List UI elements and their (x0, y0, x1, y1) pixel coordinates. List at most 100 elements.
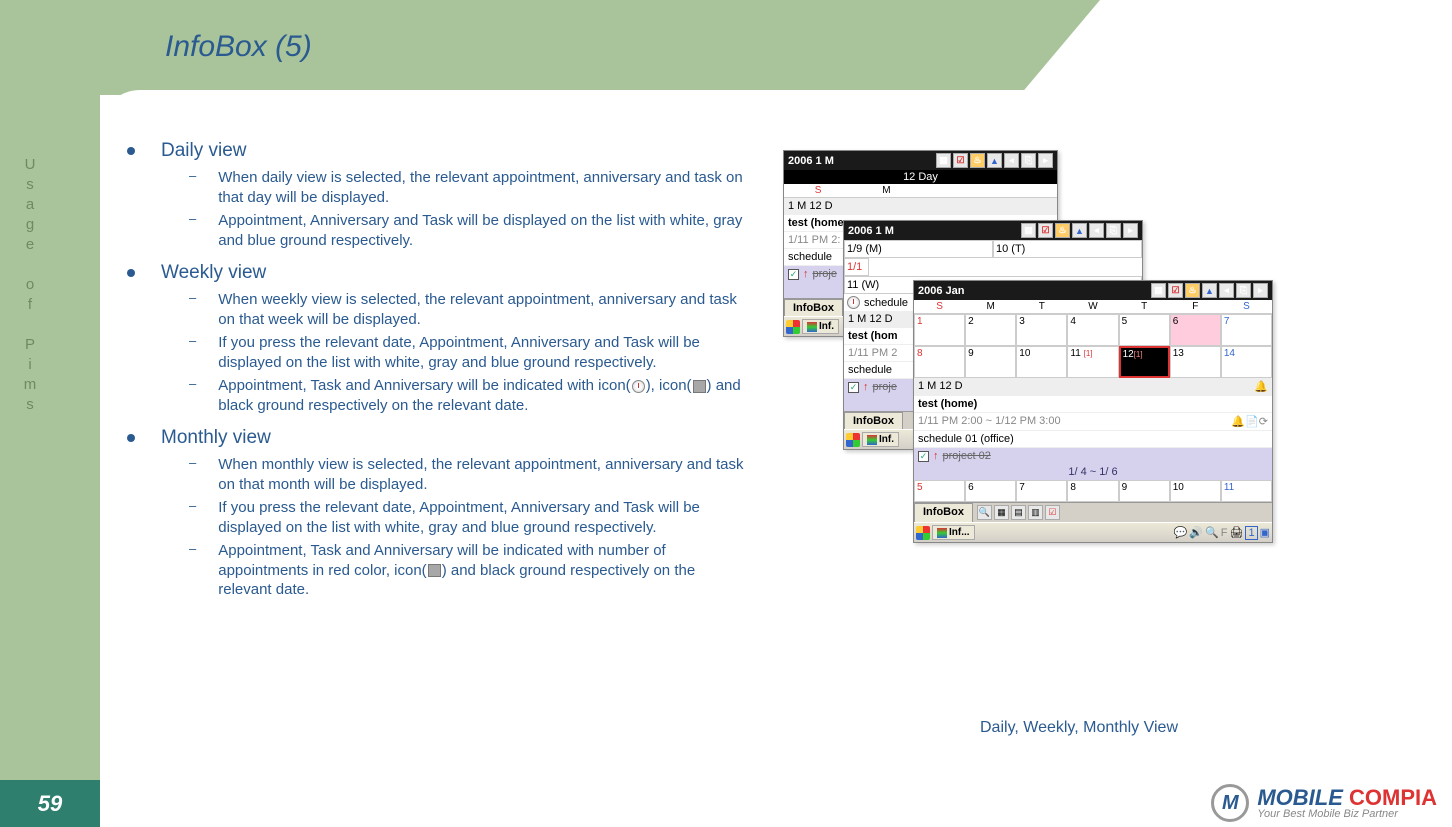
list-row[interactable]: test (home) (914, 396, 1272, 413)
cal-cell[interactable]: 13 (1170, 346, 1221, 378)
next-icon[interactable]: ▸ (1253, 283, 1268, 298)
prev-icon[interactable]: ◂ (1089, 223, 1104, 238)
taskbar-button[interactable]: Inf. (862, 432, 899, 447)
app-icon (867, 435, 877, 445)
cal-cell[interactable]: 6 (1170, 314, 1221, 346)
dow-row: S M (784, 184, 1057, 198)
task-row[interactable]: ✓ ↑ project 02 (914, 448, 1272, 464)
infobox-tab[interactable]: InfoBox (784, 299, 843, 316)
day-banner: 12 Day (784, 170, 1057, 184)
calendar-icon[interactable]: ▦ (1151, 283, 1166, 298)
cal-cell-today[interactable]: 12[1] (1119, 346, 1170, 378)
cal-cell[interactable]: 7 (1221, 314, 1272, 346)
bullet-content: Daily view – When daily view is selected… (127, 140, 747, 612)
sub-text: When monthly view is selected, the relev… (218, 455, 747, 494)
task-label: project 02 (943, 450, 991, 462)
today-icon[interactable]: ⎘ (1236, 283, 1251, 298)
check-icon[interactable]: ☑ (1168, 283, 1183, 298)
checkbox-icon[interactable]: ✓ (788, 269, 799, 280)
task-label: proje (813, 268, 837, 280)
person-icon[interactable]: ▲ (1202, 283, 1217, 298)
today-icon[interactable]: ⎘ (1106, 223, 1121, 238)
tray-icon[interactable]: 🖨 (1230, 526, 1244, 539)
tray-icon[interactable]: 🔍 (1205, 526, 1219, 539)
list-row[interactable]: 1/11 PM 2:00 ~ 1/12 PM 3:00 🔔📄⟳ (914, 413, 1272, 431)
cal-cell[interactable]: 14 (1221, 346, 1272, 378)
cal-cell[interactable]: 11 [1] (1067, 346, 1118, 378)
check-icon[interactable]: ☑ (953, 153, 968, 168)
cal-cell[interactable]: 4 (1067, 314, 1118, 346)
tray-icon[interactable]: 1 (1245, 526, 1257, 540)
person-icon[interactable]: ▲ (1072, 223, 1087, 238)
cake-icon[interactable]: ♨ (1055, 223, 1070, 238)
taskbar-button[interactable]: Inf. (802, 319, 839, 334)
tool-icon[interactable]: ▦ (994, 505, 1009, 520)
bell-icon: 🔔 (1254, 380, 1268, 393)
tray-icon[interactable]: 💬 (1174, 526, 1188, 539)
list-row[interactable]: 1 M 12 D🔔 (914, 378, 1272, 396)
checkbox-icon[interactable]: ✓ (918, 451, 929, 462)
dow: S (914, 300, 965, 313)
week-day-cell[interactable]: 1/9 (M) (844, 240, 993, 258)
tool-icon[interactable]: 🔍 (977, 505, 992, 520)
calendar-grid: 1 2 3 4 5 6 7 8 9 10 11 [1] 12[1] 13 14 (914, 314, 1272, 378)
prev-icon[interactable]: ◂ (1219, 283, 1234, 298)
windows-start-icon[interactable] (846, 433, 860, 447)
tray-icon[interactable]: 🔊 (1189, 526, 1203, 539)
dash-icon: – (189, 498, 196, 537)
section-title: Weekly view (161, 262, 266, 284)
cal-cell[interactable]: 5 (1119, 314, 1170, 346)
tray-icon[interactable]: ▣ (1260, 526, 1270, 539)
windows-start-icon[interactable] (916, 526, 930, 540)
cal-cell[interactable]: 3 (1016, 314, 1067, 346)
dow: W (1067, 300, 1118, 313)
tool-icon[interactable]: ▥ (1028, 505, 1043, 520)
tool-icon[interactable]: ☑ (1045, 505, 1060, 520)
cal-cell[interactable]: 10 (1170, 480, 1221, 502)
today-icon[interactable]: ⎘ (1021, 153, 1036, 168)
calendar-icon[interactable]: ▦ (1021, 223, 1036, 238)
check-icon[interactable]: ☑ (1038, 223, 1053, 238)
dash-icon: – (189, 333, 196, 372)
calendar-icon[interactable]: ▦ (936, 153, 951, 168)
dash-icon: – (189, 290, 196, 329)
clock-icon (847, 296, 860, 309)
week-day-cell[interactable]: 10 (T) (993, 240, 1142, 258)
cal-cell[interactable]: 8 (914, 346, 965, 378)
window-header: 2006 1 M ▦ ☑ ♨ ▲ ◂ ⎘ ▸ (784, 151, 1057, 170)
cal-cell[interactable]: 9 (1119, 480, 1170, 502)
cal-cell[interactable]: 8 (1067, 480, 1118, 502)
calendar-grid-lower: 5 6 7 8 9 10 11 (914, 480, 1272, 502)
next-icon[interactable]: ▸ (1038, 153, 1053, 168)
dash-icon: – (189, 168, 196, 207)
list-row[interactable]: 1 M 12 D (784, 198, 1057, 215)
cal-cell[interactable]: 7 (1016, 480, 1067, 502)
cal-cell[interactable]: 5 (914, 480, 965, 502)
window-header: 2006 Jan ▦ ☑ ♨ ▲ ◂ ⎘ ▸ (914, 281, 1272, 300)
cal-cell[interactable]: 6 (965, 480, 1016, 502)
section-monthly: Monthly view – When monthly view is sele… (127, 427, 747, 600)
clock-icon (632, 380, 645, 393)
tray-icon[interactable]: F (1221, 527, 1228, 539)
section-weekly: Weekly view – When weekly view is select… (127, 262, 747, 415)
windows-start-icon[interactable] (786, 320, 800, 334)
list-row[interactable]: schedule 01 (office) (914, 431, 1272, 448)
cake-icon[interactable]: ♨ (970, 153, 985, 168)
cake-icon[interactable]: ♨ (1185, 283, 1200, 298)
cal-cell[interactable]: 2 (965, 314, 1016, 346)
prev-icon[interactable]: ◂ (1004, 153, 1019, 168)
checkbox-icon[interactable]: ✓ (848, 382, 859, 393)
sub-text: When weekly view is selected, the releva… (218, 290, 747, 329)
cal-cell[interactable]: 10 (1016, 346, 1067, 378)
infobox-tab[interactable]: InfoBox (914, 503, 973, 522)
infobox-tab[interactable]: InfoBox (844, 412, 903, 429)
cal-cell[interactable]: 9 (965, 346, 1016, 378)
next-icon[interactable]: ▸ (1123, 223, 1138, 238)
cal-cell[interactable]: 1 (914, 314, 965, 346)
cal-cell[interactable]: 11 (1221, 480, 1272, 502)
person-icon[interactable]: ▲ (987, 153, 1002, 168)
taskbar-button[interactable]: Inf... (932, 525, 975, 540)
tool-icon[interactable]: ▤ (1011, 505, 1026, 520)
logo-tagline: Your Best Mobile Biz Partner (1257, 809, 1437, 820)
week-day-cell[interactable]: 1/1 (844, 258, 869, 276)
